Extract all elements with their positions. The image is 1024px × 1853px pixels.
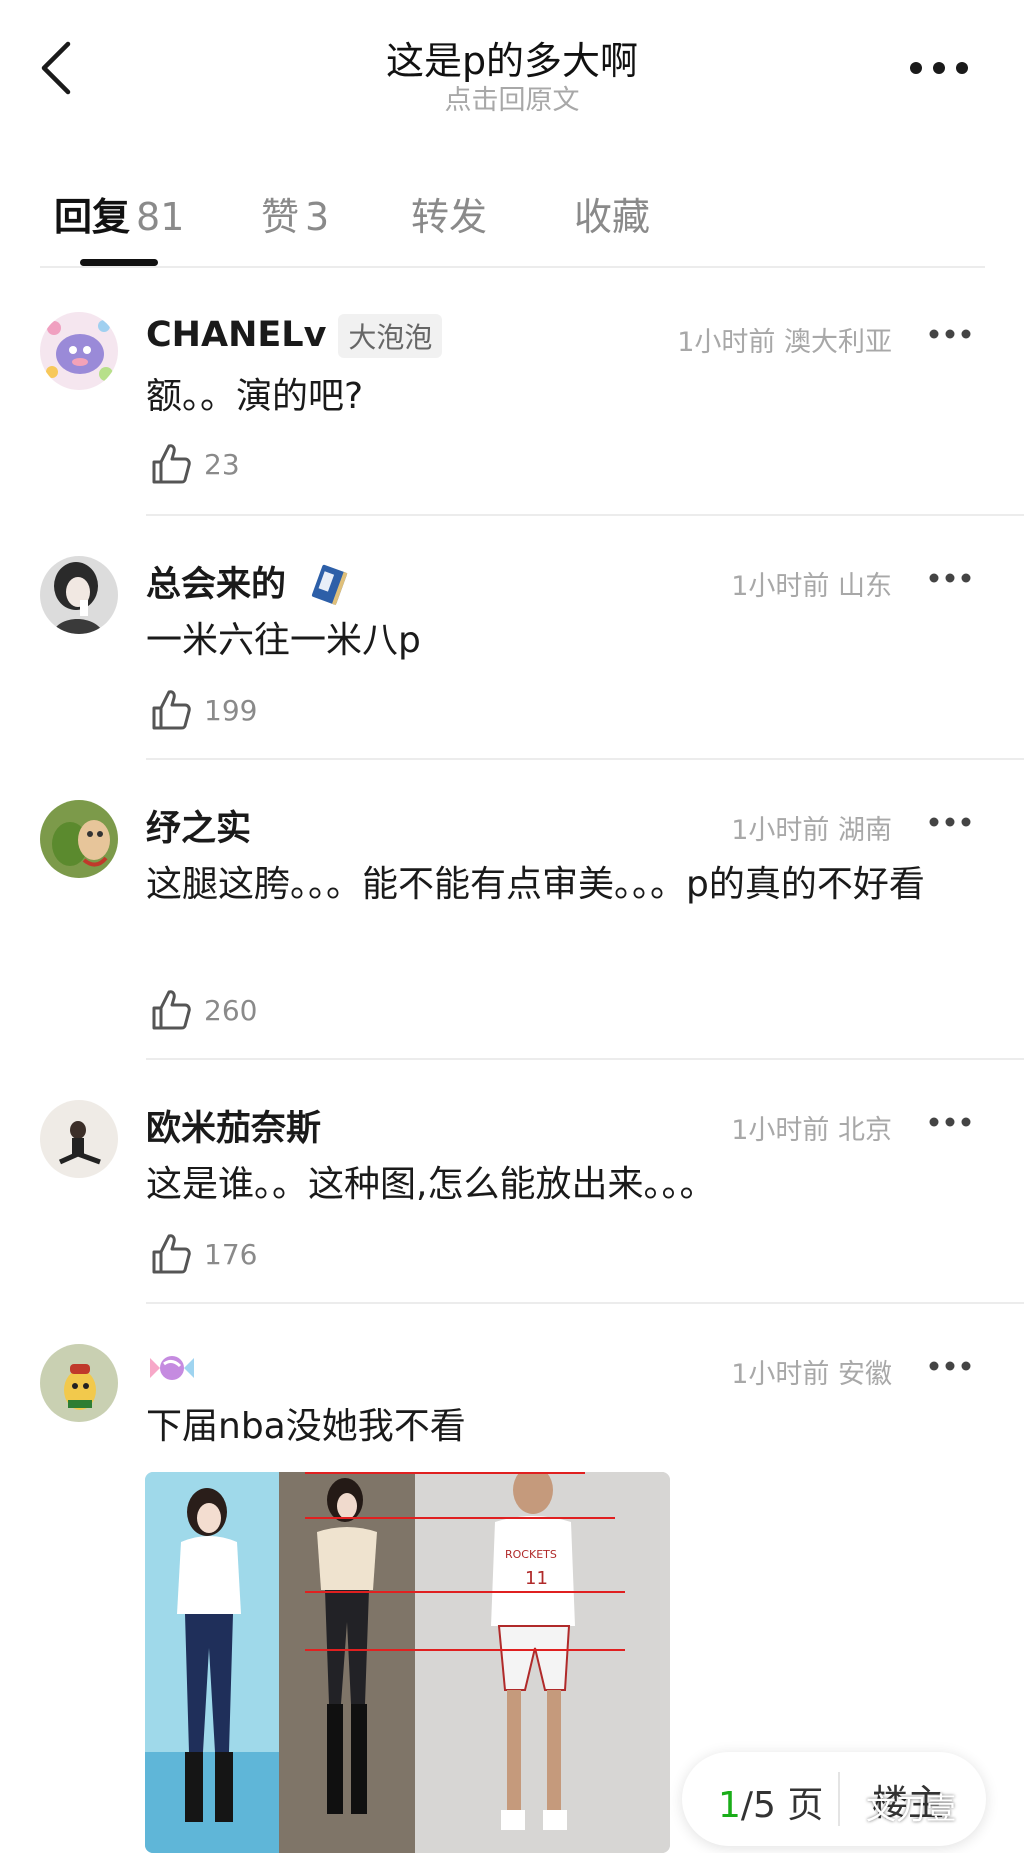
tab-favorites[interactable]: 收藏 [574, 186, 650, 241]
avatar[interactable] [40, 800, 118, 878]
username-text: 纾之实 [146, 809, 252, 849]
timestamp: 1小时前 [731, 1115, 830, 1146]
tab-label: 转发 [411, 195, 488, 239]
avatar[interactable] [40, 1100, 118, 1178]
avatar[interactable] [40, 312, 118, 390]
book-icon [312, 564, 348, 606]
comment-image[interactable]: ROCKETS 11 [145, 1472, 670, 1853]
thumbs-up-icon [152, 444, 191, 484]
username-text: 总会来的 [146, 565, 287, 605]
comment-more-button[interactable] [928, 568, 972, 588]
tab-label: 回复 [54, 195, 131, 239]
like-count: 199 [204, 694, 258, 727]
like-count: 260 [204, 994, 258, 1027]
comment-text: 这腿这胯。。。能不能有点审美。。。p的真的不好看 [146, 864, 925, 905]
timestamp: 1小时前 [731, 571, 830, 602]
tab-likes[interactable]: 赞3 [261, 186, 329, 241]
thumbs-up-icon [152, 1234, 191, 1274]
watermark: 文刀壹 [866, 1792, 956, 1827]
location: 湖南 [838, 815, 892, 846]
like-count: 23 [204, 448, 240, 481]
timestamp: 1小时前 [731, 1359, 830, 1390]
page-title: 这是p的多大啊 [385, 39, 639, 83]
more-dots-icon [929, 1117, 971, 1127]
location: 山东 [838, 571, 892, 602]
comment-meta: 1小时前 山东 [731, 564, 892, 603]
user-badge: 大泡泡 [338, 314, 443, 358]
comment-more-button[interactable] [928, 1356, 972, 1376]
tab-reposts[interactable]: 转发 [411, 186, 487, 241]
thumbs-up-icon [152, 990, 191, 1030]
comment-meta: 1小时前 澳大利亚 [677, 320, 892, 359]
username-text: 欧米茄奈斯 [146, 1109, 322, 1149]
timestamp: 1小时前 [677, 327, 776, 358]
avatar[interactable] [40, 1344, 118, 1422]
comment-meta: 1小时前 安徽 [731, 1352, 892, 1391]
avatar[interactable] [40, 556, 118, 634]
comment-more-button[interactable] [928, 1112, 972, 1132]
more-dots-icon [910, 62, 968, 74]
more-options-button[interactable] [904, 50, 974, 86]
username[interactable] [146, 1348, 198, 1397]
nav-header: 这是p的多大啊 点击回原文 [0, 0, 1024, 130]
more-dots-icon [929, 1361, 971, 1371]
more-dots-icon [929, 329, 971, 339]
total-pages: /5 页 [740, 1785, 824, 1826]
like-count: 176 [204, 1238, 258, 1271]
view-original-link[interactable]: 点击回原文 [0, 78, 1024, 117]
comment-text: 下届nba没她我不看 [146, 1406, 466, 1447]
location: 安徽 [838, 1359, 892, 1390]
comment-text: 一米六往一米八p [146, 620, 421, 661]
comment-more-button[interactable] [928, 324, 972, 344]
more-dots-icon [929, 573, 971, 583]
comment-meta: 1小时前 北京 [731, 1108, 892, 1147]
username[interactable]: 欧米茄奈斯 [146, 1100, 321, 1151]
current-page: 1 [718, 1785, 741, 1826]
timestamp: 1小时前 [731, 815, 830, 846]
divider [40, 266, 985, 268]
tab-count: 3 [305, 195, 330, 239]
divider [146, 1302, 1024, 1304]
divider [146, 514, 1024, 516]
page-indicator[interactable]: 1/5 页 [718, 1776, 823, 1828]
tab-count: 81 [136, 195, 185, 239]
username[interactable]: CHANELv 大泡泡 [146, 314, 443, 358]
comment-text: 额。。演的吧? [146, 376, 364, 417]
jersey-team-text: ROCKETS [505, 1548, 557, 1561]
active-tab-indicator [80, 259, 158, 266]
divider [146, 758, 1024, 760]
divider [146, 1058, 1024, 1060]
location: 北京 [838, 1115, 892, 1146]
thumbs-up-icon [152, 690, 191, 730]
tab-label: 收藏 [574, 195, 651, 239]
jersey-number-text: 11 [525, 1568, 548, 1589]
divider [838, 1772, 840, 1826]
username[interactable]: 总会来的 [146, 556, 354, 610]
username-text: CHANELv [146, 315, 327, 355]
tab-replies[interactable]: 回复 81 [54, 186, 184, 241]
location: 澳大利亚 [784, 327, 892, 358]
comment-more-button[interactable] [928, 812, 972, 832]
comment-text: 这是谁。。这种图,怎么能放出来。。。 [146, 1164, 716, 1205]
more-dots-icon [929, 817, 971, 827]
tab-label: 赞 [261, 195, 300, 239]
username[interactable]: 纾之实 [146, 800, 251, 851]
comment-meta: 1小时前 湖南 [731, 808, 892, 847]
tab-bar: 回复 81 赞3 转发 收藏 [54, 186, 994, 266]
candy-icon [150, 1356, 194, 1380]
